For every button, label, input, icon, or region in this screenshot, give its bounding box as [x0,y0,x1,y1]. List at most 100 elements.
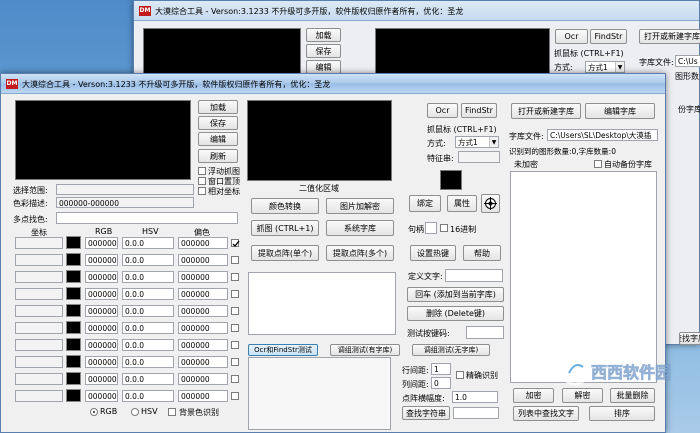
coord-field[interactable] [15,288,63,300]
edit-button[interactable]: 编辑 [198,132,238,146]
rgb-field[interactable]: 000000 [85,254,118,266]
offset-field[interactable]: 000000 [178,390,228,402]
row-enable-checkbox[interactable] [231,290,239,298]
open-lib-button[interactable]: 打开或新建字库 [511,103,581,119]
findstr-button[interactable]: FindStr [461,103,497,118]
select-range-field[interactable] [56,184,194,195]
tab-ocr-findstr[interactable]: Ocr和FindStr测试 [248,344,318,356]
coord-field[interactable] [15,373,63,385]
offset-field[interactable]: 000000 [178,373,228,385]
col-gap-field[interactable]: 0 [431,377,451,389]
hsv-radio[interactable] [131,408,139,416]
find-string-button[interactable]: 查找字符串 [402,406,450,420]
feature-string-field[interactable] [458,151,500,163]
back-window-titlebar[interactable]: DM 大漠综合工具 - Verson:3.1233 不升级可多开版，软件版权归原… [134,1,699,21]
back-open-lib-button[interactable]: 打开或新建字库 [639,29,700,44]
rgb-radio[interactable] [90,408,98,416]
auto-backup-checkbox[interactable] [594,160,602,168]
hsv-field[interactable]: 0.0.0 [122,322,174,334]
coord-field[interactable] [15,390,63,402]
rgb-field[interactable]: 000000 [85,339,118,351]
find-string-field[interactable] [453,407,499,419]
offset-field[interactable]: 000000 [178,254,228,266]
bg-color-checkbox[interactable] [168,408,176,416]
hsv-field[interactable]: 0.0.0 [122,339,174,351]
offset-field[interactable]: 000000 [178,237,228,249]
back-ocr-button[interactable]: Ocr [555,29,588,44]
multi-point-field[interactable] [56,212,238,224]
rgb-field[interactable]: 000000 [85,390,118,402]
hsv-field[interactable]: 0.0.0 [122,305,174,317]
hsv-field[interactable]: 0.0.0 [122,237,174,249]
help-button[interactable]: 帮助 [463,245,501,261]
coord-field[interactable] [15,237,63,249]
hsv-field[interactable]: 0.0.0 [122,288,174,300]
capture-button[interactable]: 抓图 (CTRL+1) [251,220,319,236]
rgb-field[interactable]: 000000 [85,237,118,249]
sort-button[interactable]: 排序 [589,406,655,421]
offset-field[interactable]: 000000 [178,356,228,368]
handle-field[interactable] [425,222,437,234]
back-lib-file-field[interactable]: C:\Us [675,55,700,67]
accurate-checkbox[interactable] [456,371,464,379]
coord-field[interactable] [15,254,63,266]
rgb-field[interactable]: 000000 [85,373,118,385]
offset-field[interactable]: 000000 [178,305,228,317]
load-button[interactable]: 加载 [198,100,238,114]
tab-group-test-with-lib[interactable]: 调组测试(有字库) [330,344,400,356]
edit-lib-button[interactable]: 编辑字库 [585,103,655,119]
refresh-button[interactable]: 刷新 [198,149,238,163]
coord-field[interactable] [15,305,63,317]
offset-field[interactable]: 000000 [178,322,228,334]
coord-field[interactable] [15,322,63,334]
bind-button[interactable]: 绑定 [409,195,441,212]
row-gap-field[interactable]: 1 [431,363,451,375]
offset-field[interactable]: 000000 [178,271,228,283]
hsv-field[interactable]: 0.0.0 [122,271,174,283]
coord-field[interactable] [15,356,63,368]
test-key-field[interactable] [466,326,504,339]
hex-checkbox[interactable] [440,224,448,232]
batch-delete-button[interactable]: 批量删除 [610,388,655,403]
image-decrypt-button[interactable]: 图片加解密 [326,198,394,214]
back-findstr-button[interactable]: FindStr [590,29,627,44]
color-convert-button[interactable]: 颜色转换 [251,198,319,214]
float-capture-checkbox[interactable] [198,167,206,175]
tab-group-test-no-lib[interactable]: 调组测试(无字库) [412,344,490,356]
relative-coord-checkbox[interactable] [198,187,206,195]
mode-select[interactable]: 方式1 ▼ [455,136,499,148]
hsv-field[interactable]: 0.0.0 [122,390,174,402]
set-hotkey-button[interactable]: 设置热键 [410,245,456,261]
extract-single-button[interactable]: 提取点阵(单个) [251,245,319,261]
decrypt-button[interactable]: 解密 [562,388,603,403]
rgb-field[interactable]: 000000 [85,322,118,334]
color-desc-field[interactable]: 000000-000000 [56,197,194,208]
row-enable-checkbox[interactable] [231,307,239,315]
list-find-button[interactable]: 列表中查找文字 [513,406,579,421]
test-output-area[interactable] [248,357,391,430]
row-enable-checkbox[interactable] [231,358,239,366]
row-enable-checkbox[interactable] [231,324,239,332]
lib-file-field[interactable]: C:\Users\SL\Desktop\大漠插 [547,129,658,141]
define-text-field[interactable] [445,269,503,282]
back-load-button[interactable]: 加载 [306,28,341,42]
row-enable-checkbox[interactable] [231,239,240,247]
coord-field[interactable] [15,271,63,283]
offset-field[interactable]: 000000 [178,339,228,351]
row-enable-checkbox[interactable] [231,273,239,281]
extract-output-area[interactable] [248,272,396,335]
back-save-button[interactable]: 保存 [306,44,341,58]
add-to-lib-button[interactable]: 回车 (添加到当前字库) [407,287,504,302]
coord-field[interactable] [15,339,63,351]
hsv-field[interactable]: 0.0.0 [122,373,174,385]
rgb-field[interactable]: 000000 [85,356,118,368]
main-window-titlebar[interactable]: DM 大漠综合工具 - Verson:3.1233 不升级可多开版，软件版权归原… [1,74,665,94]
save-button[interactable]: 保存 [198,116,238,130]
delete-button[interactable]: 删除 (Delete键) [407,306,504,321]
offset-field[interactable]: 000000 [178,288,228,300]
window-top-checkbox[interactable] [198,177,206,185]
lattice-field[interactable]: 1.0 [452,391,498,403]
row-enable-checkbox[interactable] [231,392,239,400]
back-check-lib-button[interactable]: 查找字库 [679,332,700,345]
back-edit-button[interactable]: 编辑 [306,60,341,74]
